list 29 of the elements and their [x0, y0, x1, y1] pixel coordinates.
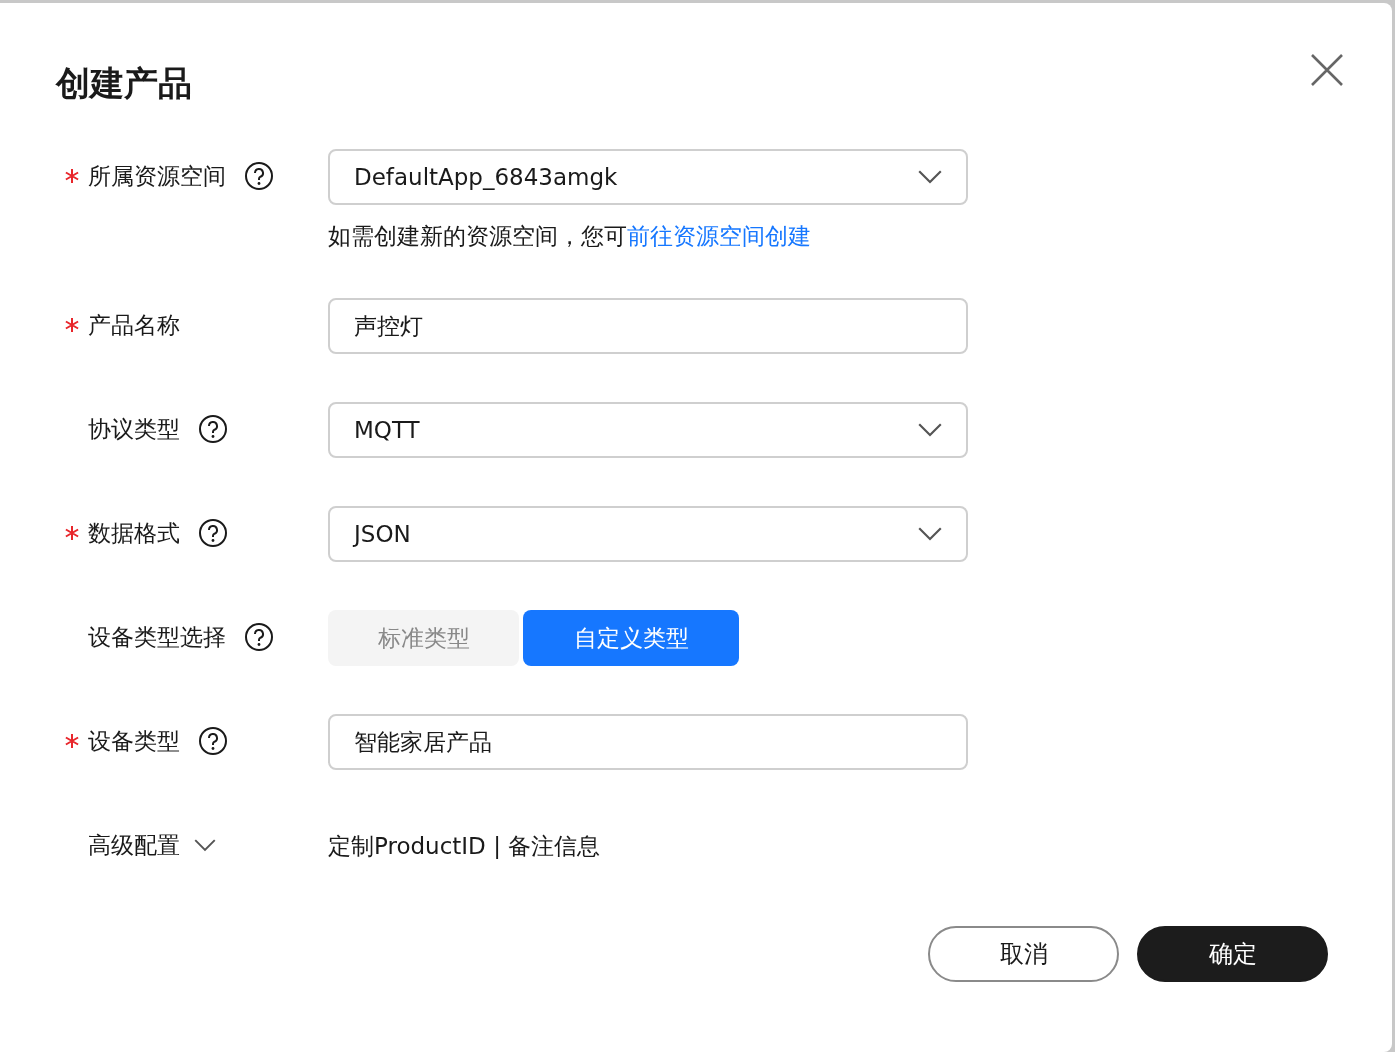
chevron-down-icon — [918, 422, 942, 438]
input-field[interactable]: 智能家居产品 — [328, 714, 968, 770]
field-label: 产品名称 — [88, 310, 180, 340]
select-field[interactable]: MQTT — [328, 402, 968, 458]
chevron-down-icon — [918, 526, 942, 542]
confirm-button[interactable]: 确定 — [1137, 926, 1328, 982]
field-label: 数据格式 — [88, 518, 180, 548]
create-space-link[interactable]: 前往资源空间创建 — [627, 223, 811, 249]
field-label: 设备类型选择 — [88, 622, 226, 652]
chevron-down-icon — [194, 838, 216, 852]
select-field[interactable]: JSON — [328, 506, 968, 562]
help-icon[interactable] — [198, 518, 228, 548]
input-field[interactable]: 声控灯 — [328, 298, 968, 354]
advanced-toggle[interactable]: 高级配置 — [88, 829, 216, 861]
cancel-button[interactable]: 取消 — [928, 926, 1119, 982]
help-icon[interactable] — [244, 161, 274, 191]
hint-text: 如需创建新的资源空间，您可前往资源空间创建 — [328, 222, 812, 251]
select-field[interactable]: DefaultApp_6843amgk — [328, 149, 968, 205]
field-label: 所属资源空间 — [88, 161, 226, 191]
type-toggle-button[interactable]: 自定义类型 — [523, 610, 739, 666]
close-button[interactable] — [1310, 53, 1344, 87]
dialog-title: 创建产品 — [56, 62, 192, 105]
chevron-down-icon — [918, 169, 942, 185]
help-icon[interactable] — [244, 622, 274, 652]
field-label: 设备类型 — [88, 726, 180, 756]
help-icon[interactable] — [198, 414, 228, 444]
advanced-summary: 定制ProductID | 备注信息 — [328, 832, 601, 861]
field-label: 协议类型 — [88, 414, 180, 444]
help-icon[interactable] — [198, 726, 228, 756]
